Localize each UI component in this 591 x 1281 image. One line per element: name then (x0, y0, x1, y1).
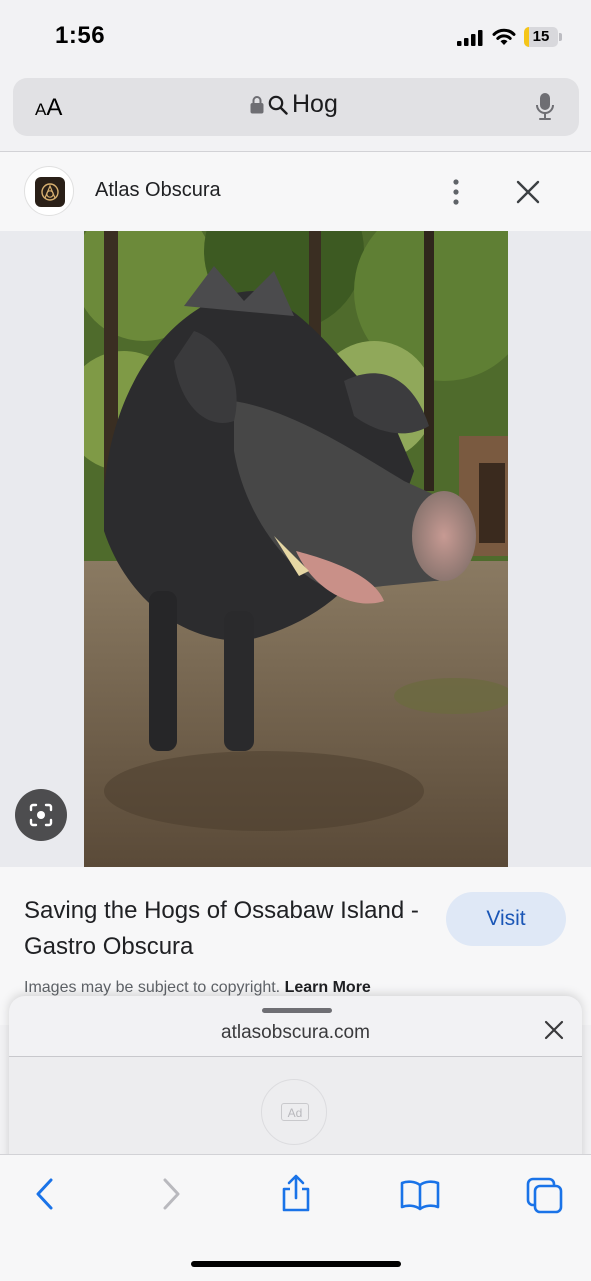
sheet-domain: atlasobscura.com (221, 1022, 370, 1043)
status-bar: 1:56 15 (0, 0, 591, 76)
site-name[interactable]: Atlas Obscura (95, 179, 221, 202)
signal-icon (457, 30, 483, 46)
back-icon[interactable] (34, 1177, 56, 1211)
tabs-icon[interactable] (526, 1177, 564, 1215)
battery-nub (559, 33, 562, 41)
lens-icon (29, 803, 53, 827)
lens-button[interactable] (15, 789, 67, 841)
text-size-button[interactable]: AA (35, 94, 62, 122)
learn-more-link[interactable]: Learn More (285, 979, 371, 996)
url-display[interactable]: Hog (250, 90, 338, 119)
result-title[interactable]: Saving the Hogs of Ossabaw Island - Gast… (24, 893, 424, 965)
sheet-grabber[interactable] (262, 1008, 332, 1013)
hog-photo[interactable] (84, 231, 508, 867)
search-icon (268, 95, 288, 115)
atlas-obscura-logo (35, 177, 65, 207)
microphone-icon[interactable] (535, 92, 555, 122)
battery-level: 15 (532, 28, 550, 45)
image-preview-area (0, 231, 591, 867)
battery-icon: 15 (524, 27, 558, 47)
copyright-notice: Images may be subject to copyright. Lear… (24, 979, 371, 996)
status-time: 1:56 (55, 22, 106, 49)
share-icon[interactable] (279, 1173, 313, 1213)
wifi-icon (492, 28, 516, 45)
ad-badge: Ad (281, 1103, 309, 1121)
forward-icon[interactable] (160, 1177, 182, 1211)
home-indicator (191, 1261, 401, 1267)
address-bar[interactable]: AA Hog (13, 78, 579, 136)
site-favicon (24, 166, 74, 216)
result-header: Atlas Obscura (0, 152, 591, 231)
visit-button[interactable]: Visit (446, 892, 566, 946)
bookmarks-icon[interactable] (400, 1179, 440, 1211)
more-vertical-icon[interactable] (450, 179, 462, 205)
ad-indicator: Ad (261, 1079, 327, 1145)
close-icon[interactable] (544, 1020, 564, 1040)
bottom-sheet[interactable]: atlasobscura.com Ad (9, 996, 582, 1176)
lock-icon (250, 96, 264, 114)
search-query: Hog (292, 90, 338, 118)
close-icon[interactable] (516, 180, 540, 204)
